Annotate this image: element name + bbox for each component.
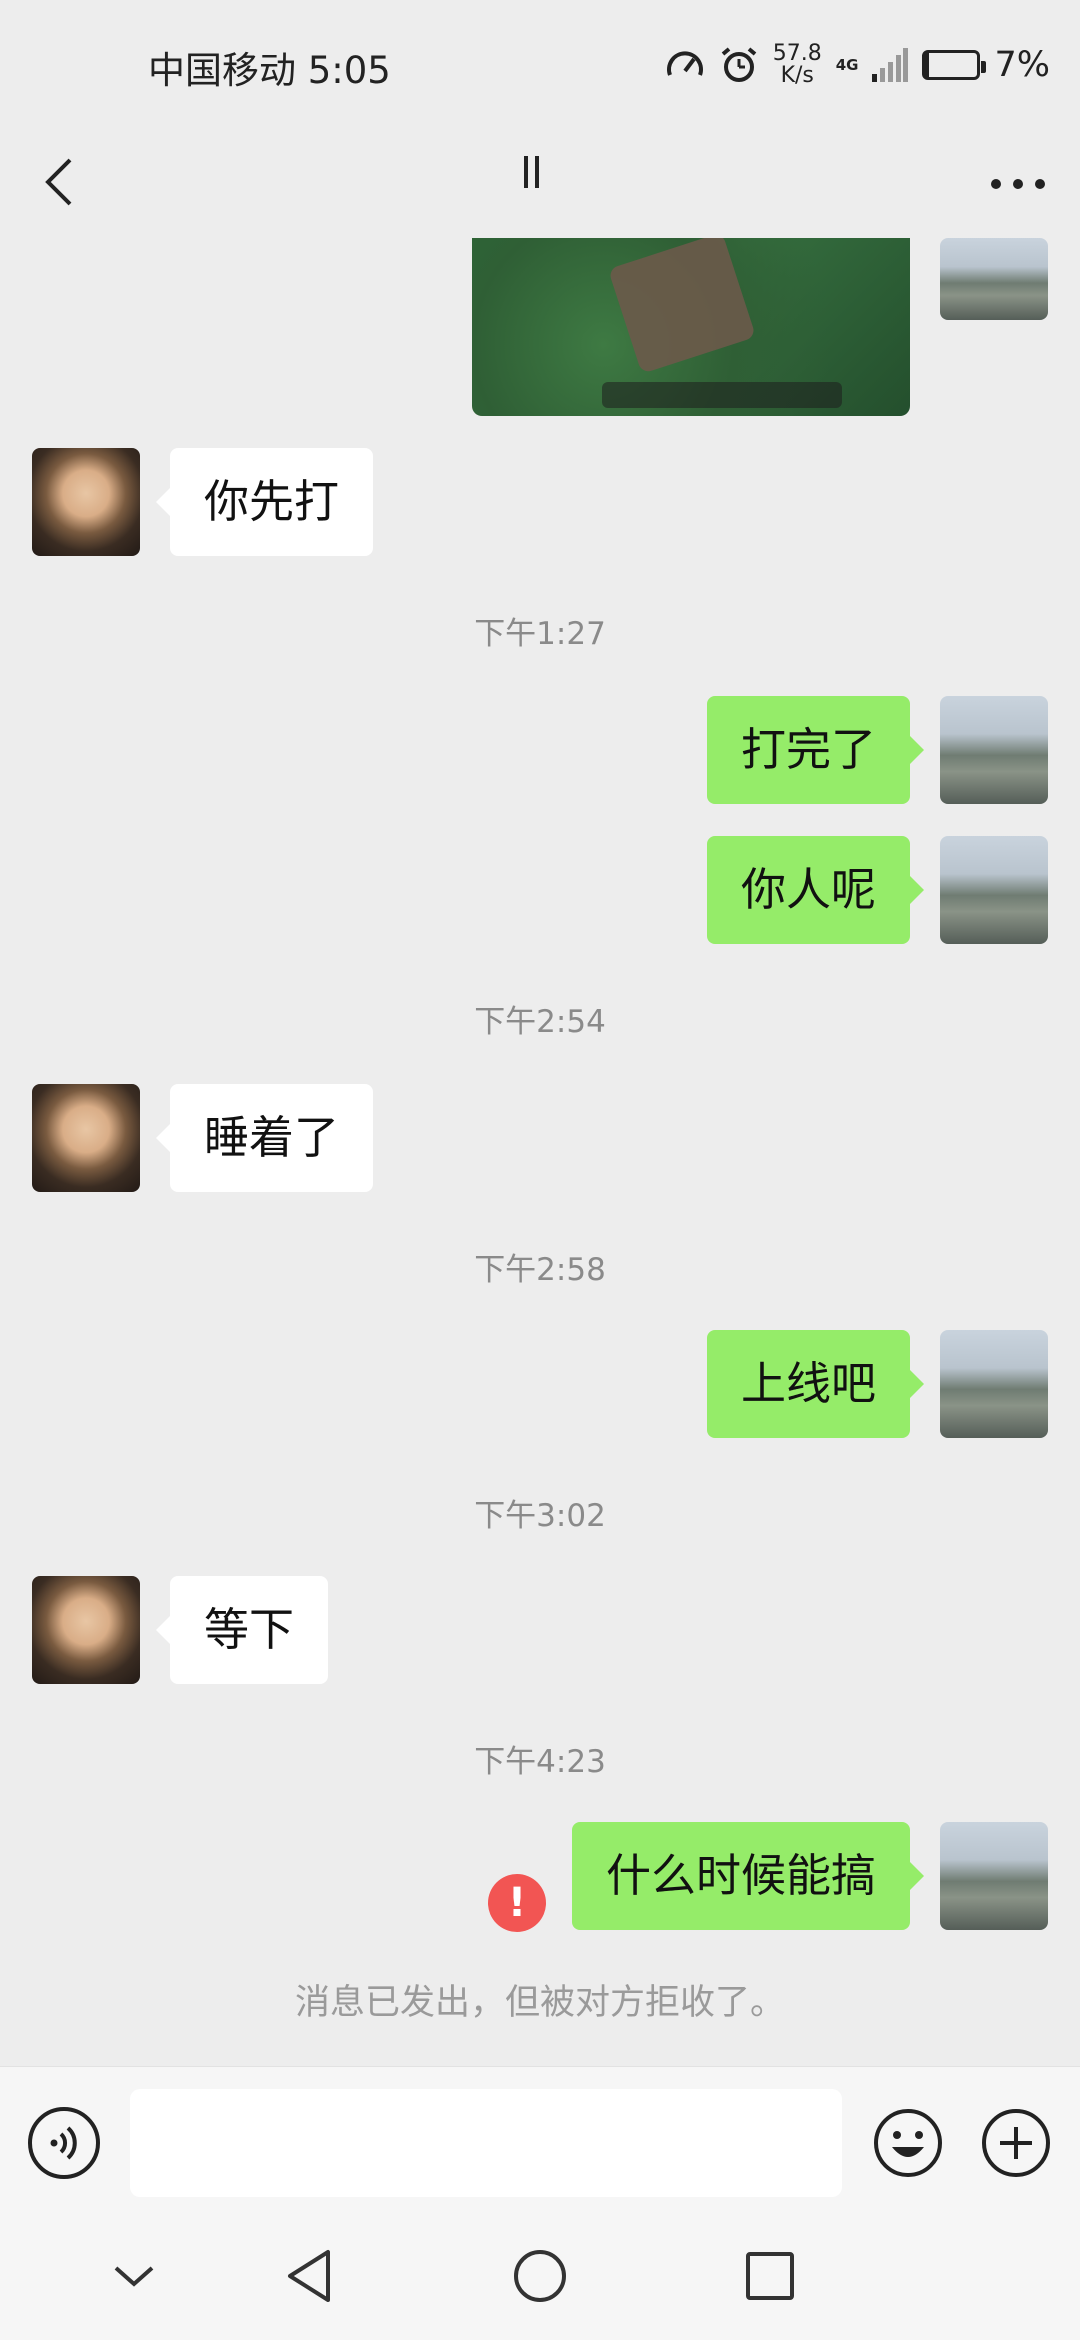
system-navigation-bar (0, 2216, 1080, 2340)
alarm-icon (721, 47, 757, 82)
battery-percent: 7% (994, 45, 1050, 85)
plus-icon[interactable] (980, 2107, 1052, 2179)
received-message[interactable]: 你先打 (155, 448, 374, 556)
earpiece-icon (524, 156, 539, 188)
timestamp: 下午2:54 (474, 1004, 606, 1040)
sent-message-rejected[interactable]: 什么时候能搞 (571, 1822, 925, 1930)
title-bar (0, 130, 1080, 238)
rejected-notice: 消息已发出，但被对方拒收了。 (294, 1983, 785, 2023)
timestamp: 下午1:27 (474, 616, 606, 652)
voice-waves-icon (50, 2126, 77, 2160)
chat-area[interactable]: 你先打 下午1:27 打完了 你人呢 下午2:54 睡着了 下午2:58 上线吧… (0, 238, 1080, 2066)
battery-icon (922, 50, 987, 80)
network-speed: 57.8 K/s (773, 43, 822, 87)
speed-value: 57.8 (772, 41, 822, 66)
back-triangle-icon[interactable] (284, 2246, 336, 2306)
input-bar (0, 2066, 1080, 2216)
sent-message[interactable]: 打完了 (706, 696, 925, 804)
my-avatar[interactable] (940, 1822, 1048, 1930)
game-screenshot-thumbnail (607, 238, 757, 374)
friend-avatar[interactable] (32, 1576, 140, 1684)
my-avatar[interactable] (940, 836, 1048, 944)
friend-avatar[interactable] (32, 448, 140, 556)
timestamp: 下午4:23 (474, 1744, 606, 1780)
signal-icon (872, 48, 909, 82)
exclamation-icon[interactable]: ! (488, 1874, 546, 1932)
chevron-left-icon[interactable] (30, 150, 94, 214)
my-avatar[interactable] (940, 1330, 1048, 1438)
my-avatar[interactable] (940, 238, 1048, 320)
received-message[interactable]: 等下 (155, 1576, 329, 1684)
sent-message[interactable]: 上线吧 (706, 1330, 925, 1438)
home-circle-icon[interactable] (512, 2246, 568, 2306)
emoji-icon[interactable] (872, 2107, 944, 2179)
sent-message[interactable]: 你人呢 (706, 836, 925, 944)
game-hud (602, 382, 842, 408)
timestamp: 下午2:58 (474, 1252, 606, 1288)
more-horizontal-icon[interactable] (982, 156, 1054, 212)
voice-icon[interactable] (28, 2107, 100, 2179)
message-input[interactable] (130, 2089, 842, 2197)
my-avatar[interactable] (940, 696, 1048, 804)
friend-avatar[interactable] (32, 1084, 140, 1192)
speed-unit: K/s (780, 63, 814, 88)
image-message[interactable] (472, 238, 910, 416)
status-bar: 中国移动 5:05 57.8 K/s 4G 7% (0, 0, 1080, 130)
carrier-time: 中国移动 5:05 (148, 49, 391, 92)
chevron-down-icon[interactable] (110, 2246, 158, 2306)
status-icons: 57.8 K/s 4G 7% (665, 36, 1050, 94)
speedometer-icon (666, 51, 703, 76)
network-type: 4G (835, 56, 859, 74)
battery-level (925, 53, 930, 77)
received-message[interactable]: 睡着了 (155, 1084, 374, 1192)
timestamp: 下午3:02 (474, 1498, 606, 1534)
recents-square-icon[interactable] (744, 2246, 796, 2306)
